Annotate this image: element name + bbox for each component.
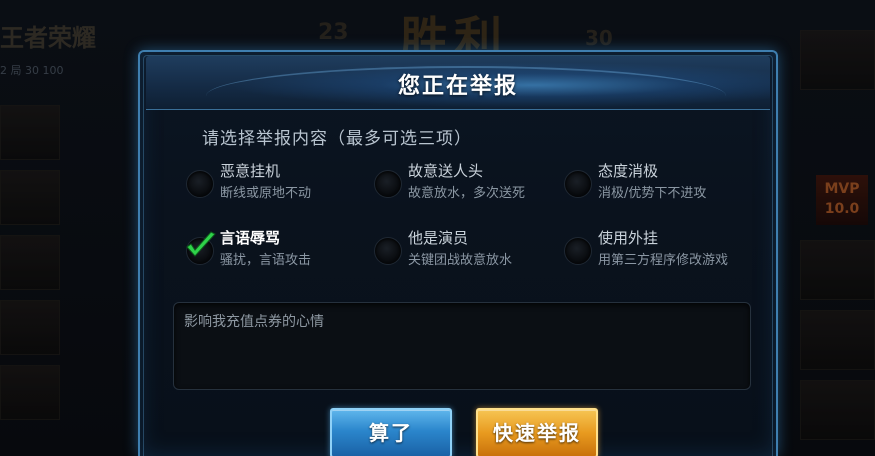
background-player-tile bbox=[0, 300, 60, 355]
background-player-tile bbox=[0, 365, 60, 420]
dialog-title-bar: 您正在举报 bbox=[146, 56, 770, 110]
option-label: 使用外挂 bbox=[598, 229, 659, 247]
option-label: 他是演员 bbox=[408, 229, 469, 247]
report-option-actor[interactable]: 他是演员 关键团战故意放水 bbox=[374, 227, 554, 271]
report-option-feeding[interactable]: 故意送人头 故意放水，多次送死 bbox=[374, 160, 554, 204]
option-description: 故意放水，多次送死 bbox=[408, 186, 526, 201]
quick-report-button[interactable]: 快速举报 bbox=[476, 408, 598, 456]
report-option-negative[interactable]: 态度消极 消极/优势下不进攻 bbox=[564, 160, 744, 204]
report-dialog: 您正在举报 请选择举报内容（最多可选三项） 恶意挂机 断线或原地不动 故意送人头… bbox=[138, 50, 778, 456]
cancel-button[interactable]: 算了 bbox=[330, 408, 452, 456]
radio-button[interactable] bbox=[186, 170, 214, 198]
option-description: 关键团战故意放水 bbox=[408, 253, 513, 268]
background-player-tile bbox=[800, 310, 875, 370]
option-description: 消极/优势下不进攻 bbox=[598, 186, 707, 201]
option-label: 言语辱骂 bbox=[220, 229, 281, 247]
background-score-left: 23 bbox=[318, 20, 349, 45]
radio-button[interactable] bbox=[564, 237, 592, 265]
option-label: 恶意挂机 bbox=[220, 162, 281, 180]
radio-button[interactable] bbox=[374, 170, 402, 198]
mvp-value: 10.0 bbox=[824, 201, 860, 217]
background-player-tile bbox=[800, 30, 875, 90]
dialog-subtitle: 请选择举报内容（最多可选三项） bbox=[202, 129, 472, 149]
background-player-tile bbox=[800, 380, 875, 440]
dialog-title: 您正在举报 bbox=[397, 74, 518, 99]
option-label: 态度消极 bbox=[598, 162, 659, 180]
option-label: 故意送人头 bbox=[408, 162, 484, 180]
background-stats-text: 2 局 30 100 bbox=[0, 64, 64, 77]
mvp-label: MVP bbox=[824, 181, 860, 197]
report-option-verbal-abuse[interactable]: 言语辱骂 骚扰，言语攻击 bbox=[186, 227, 366, 271]
report-option-afk[interactable]: 恶意挂机 断线或原地不动 bbox=[186, 160, 366, 204]
background-score-right: 30 bbox=[585, 26, 613, 50]
report-option-cheating[interactable]: 使用外挂 用第三方程序修改游戏 bbox=[564, 227, 744, 271]
background-player-tile bbox=[0, 105, 60, 160]
background-player-tile bbox=[0, 170, 60, 225]
option-description: 用第三方程序修改游戏 bbox=[598, 253, 729, 268]
radio-button[interactable] bbox=[564, 170, 592, 198]
radio-button[interactable] bbox=[374, 237, 402, 265]
option-description: 骚扰，言语攻击 bbox=[220, 253, 312, 268]
background-player-tile bbox=[0, 235, 60, 290]
report-comment-input[interactable] bbox=[173, 302, 751, 390]
option-description: 断线或原地不动 bbox=[220, 186, 312, 201]
checkmark-icon bbox=[186, 231, 216, 257]
background-player-tile bbox=[800, 240, 875, 300]
background-mvp-badge: MVP 10.0 bbox=[816, 175, 868, 225]
background-game-title: 王者荣耀 bbox=[0, 24, 96, 52]
